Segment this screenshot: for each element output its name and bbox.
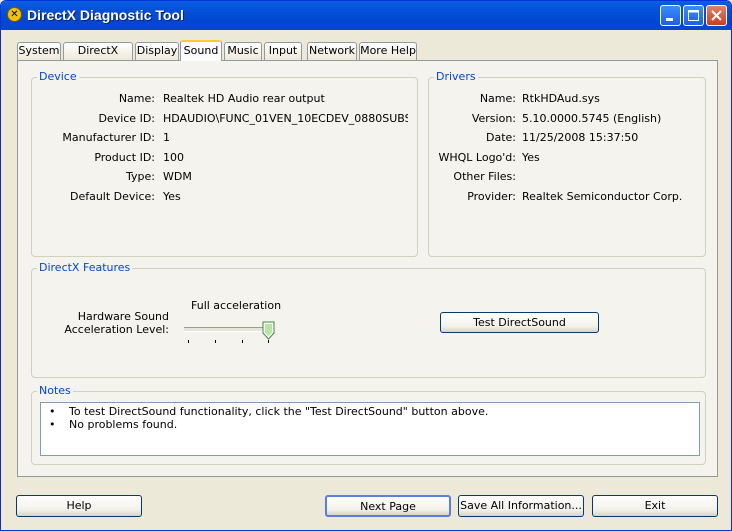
minimize-icon bbox=[666, 18, 673, 21]
drivers-legend: Drivers bbox=[434, 70, 478, 83]
slider-tick bbox=[188, 340, 189, 343]
device-id-value: HDAUDIO\FUNC_01VEN_10ECDEV_0880SUBSYS_0 bbox=[163, 112, 408, 125]
device-name-label: Name: bbox=[118, 92, 155, 105]
maximize-icon bbox=[688, 10, 699, 21]
driver-name-value: RtkHDAud.sys bbox=[522, 92, 600, 105]
tab-sound[interactable]: Sound bbox=[180, 40, 222, 61]
driver-version-value: 5.10.0000.5745 (English) bbox=[522, 112, 662, 125]
help-button[interactable]: Help bbox=[16, 495, 142, 517]
directx-features-legend: DirectX Features bbox=[37, 261, 133, 274]
manufacturer-id-label: Manufacturer ID: bbox=[62, 131, 155, 144]
product-id-label: Product ID: bbox=[94, 151, 155, 164]
manufacturer-id-value: 1 bbox=[163, 131, 170, 144]
tab-display[interactable]: Display bbox=[135, 42, 179, 60]
sound-tab-panel: Device Name: Realtek HD Audio rear outpu… bbox=[17, 60, 718, 477]
acceleration-level-value: Full acceleration bbox=[191, 299, 282, 312]
default-device-value: Yes bbox=[163, 190, 181, 203]
bullet-icon: • bbox=[49, 405, 56, 418]
tab-music[interactable]: Music bbox=[224, 42, 262, 60]
device-legend: Device bbox=[37, 70, 79, 83]
device-type-value: WDM bbox=[163, 170, 192, 183]
note-line-text: To test DirectSound functionality, click… bbox=[69, 405, 489, 418]
dxdiag-window: ✕ DirectX Diagnostic Tool System DirectX… bbox=[0, 0, 732, 531]
slider-track bbox=[184, 327, 272, 332]
notes-group: Notes • To test DirectSound functionalit… bbox=[31, 384, 706, 465]
provider-value: Realtek Semiconductor Corp. bbox=[522, 190, 683, 203]
tab-system[interactable]: System bbox=[17, 42, 61, 60]
slider-tick bbox=[242, 340, 243, 343]
hardware-sound-label-line2: Acceleration Level: bbox=[64, 323, 169, 336]
close-button[interactable] bbox=[706, 5, 727, 26]
product-id-value: 100 bbox=[163, 151, 184, 164]
driver-name-label: Name: bbox=[479, 92, 516, 105]
default-device-label: Default Device: bbox=[69, 190, 155, 203]
acceleration-slider[interactable] bbox=[184, 321, 276, 351]
drivers-group: Drivers Name: RtkHDAud.sys Version: 5.10… bbox=[428, 70, 706, 257]
directx-features-group: DirectX Features Hardware Sound Accelera… bbox=[31, 261, 706, 378]
maximize-button[interactable] bbox=[683, 5, 704, 26]
slider-tick bbox=[268, 340, 269, 343]
device-type-label: Type: bbox=[126, 170, 155, 183]
device-name-value: Realtek HD Audio rear output bbox=[163, 92, 325, 105]
exit-button[interactable]: Exit bbox=[592, 495, 718, 517]
tab-network[interactable]: Network bbox=[307, 42, 357, 60]
driver-date-value: 11/25/2008 15:37:50 bbox=[522, 131, 639, 144]
directx-logo-icon: ✕ bbox=[7, 7, 22, 22]
next-page-button[interactable]: Next Page bbox=[325, 495, 451, 517]
other-files-label: Other Files: bbox=[453, 170, 516, 183]
save-all-information-button[interactable]: Save All Information... bbox=[458, 495, 584, 517]
minimize-button[interactable] bbox=[660, 5, 681, 26]
title-bar[interactable]: ✕ DirectX Diagnostic Tool bbox=[1, 1, 731, 30]
slider-tick bbox=[215, 340, 216, 343]
hardware-sound-label-line1: Hardware Sound bbox=[77, 310, 169, 323]
note-line: • To test DirectSound functionality, cli… bbox=[45, 405, 695, 418]
whql-logo-value: Yes bbox=[522, 151, 540, 164]
provider-label: Provider: bbox=[467, 190, 516, 203]
notes-text-area[interactable]: • To test DirectSound functionality, cli… bbox=[40, 402, 700, 456]
bullet-icon: • bbox=[49, 418, 56, 431]
note-line-text: No problems found. bbox=[69, 418, 178, 431]
close-icon bbox=[711, 10, 722, 21]
slider-thumb-icon[interactable] bbox=[262, 321, 276, 341]
notes-legend: Notes bbox=[37, 384, 73, 397]
whql-logo-label: WHQL Logo'd: bbox=[438, 151, 516, 164]
driver-version-label: Version: bbox=[471, 112, 516, 125]
device-id-label: Device ID: bbox=[98, 112, 155, 125]
test-directsound-button[interactable]: Test DirectSound bbox=[440, 312, 599, 333]
tab-directx-files[interactable]: DirectX Files bbox=[63, 42, 133, 73]
window-title: DirectX Diagnostic Tool bbox=[27, 7, 184, 23]
device-group: Device Name: Realtek HD Audio rear outpu… bbox=[31, 70, 418, 257]
tab-more-help[interactable]: More Help bbox=[359, 42, 417, 60]
note-line: • No problems found. bbox=[45, 418, 695, 431]
tab-input[interactable]: Input bbox=[264, 42, 302, 60]
driver-date-label: Date: bbox=[486, 131, 516, 144]
